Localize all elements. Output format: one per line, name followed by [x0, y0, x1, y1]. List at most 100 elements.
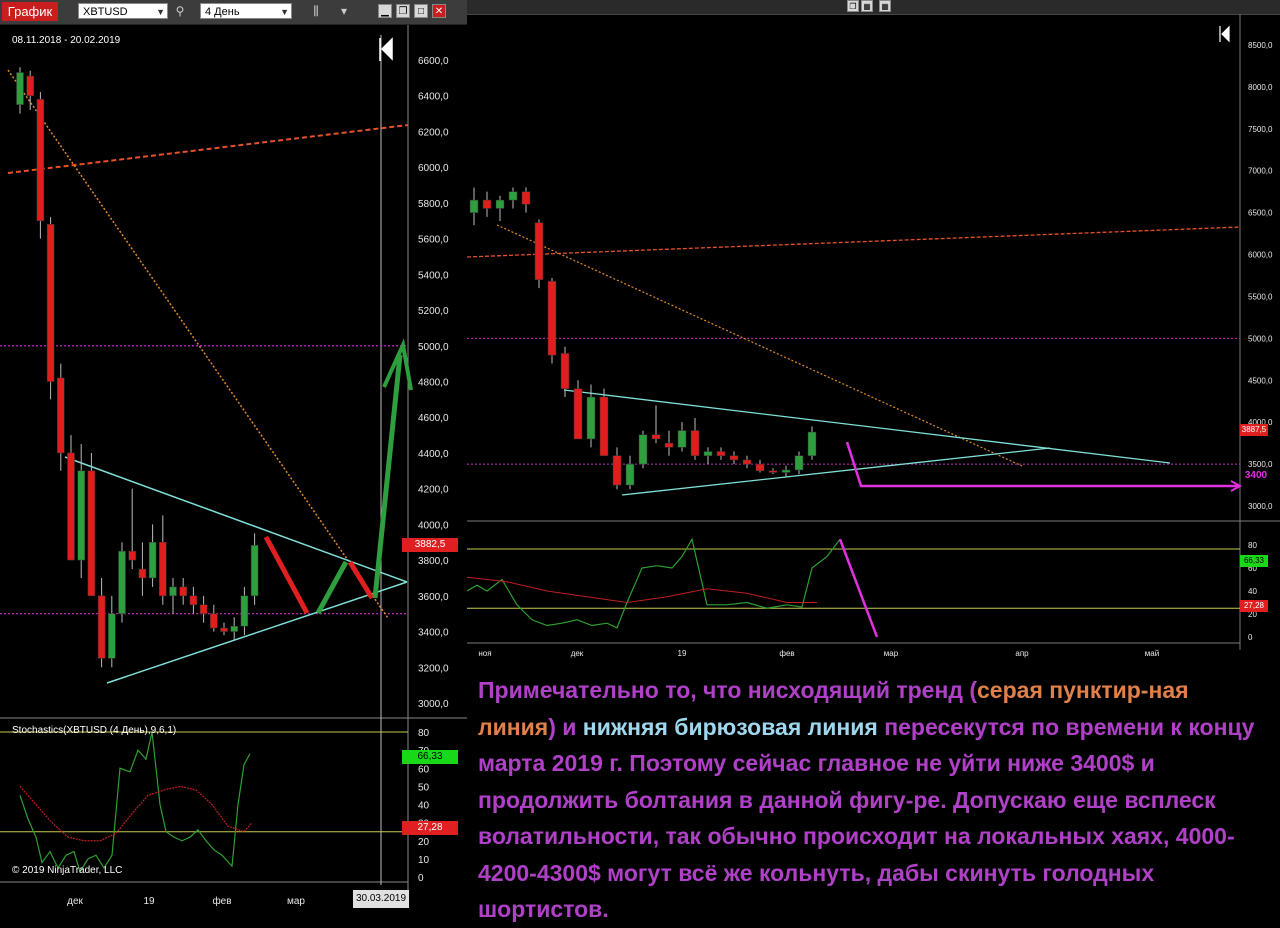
target-level-label: 3400	[1244, 470, 1268, 481]
caption-cyan-highlight: нижняя бирюзовая линия	[582, 713, 878, 740]
caption-part-5: пересекутся по времени к концу марта 201…	[478, 713, 1255, 923]
right-price-axis-label: 7000,0	[1248, 167, 1273, 176]
price-axis-label: 6600,0	[418, 56, 449, 67]
bullish-candle	[16, 72, 24, 105]
left-toolbar: График XBTUSD ▼ ⚲ 4 День ▼ ⫼ ▾ ▁ ❐ □ ✕	[0, 0, 467, 25]
bullish-candle	[230, 625, 238, 632]
right-toolbar: ❐ ▦ ▦	[467, 0, 1280, 15]
price-axis-label: 6400,0	[418, 92, 449, 103]
right-bullish-candle	[508, 191, 518, 201]
right-bearish-candle	[729, 455, 739, 461]
restore-button[interactable]: ❐	[847, 0, 859, 12]
stoch-axis-label: 10	[418, 855, 430, 866]
last-price-tag: 3882,5	[402, 538, 458, 552]
right-last-price-tag: 3887,5	[1240, 424, 1268, 436]
price-axis-label: 3000,0	[418, 699, 449, 710]
price-axis-label: 5800,0	[418, 199, 449, 210]
close-button[interactable]: ✕	[432, 4, 446, 18]
stoch-k-line	[19, 731, 251, 873]
time-axis-label: мар	[287, 896, 305, 907]
projection-up-1	[315, 560, 349, 615]
left-price-chart[interactable]: 6600,0 6400,0 6200,0 6000,0 5800,0 5600,0 5400…	[0, 25, 467, 928]
projection-down-1	[263, 535, 310, 615]
minimize-button[interactable]: ▁	[378, 4, 392, 18]
right-bearish-candle	[560, 353, 570, 389]
right-price-chart[interactable]: 8500,0 8000,0 7500,0 7000,0 6500,0 6000,0 5500…	[467, 14, 1280, 664]
chevron-down-icon: ▼	[280, 7, 289, 17]
right-price-axis-label: 6000,0	[1248, 251, 1273, 260]
bearish-candle	[220, 627, 228, 632]
toolbar-menu-icon[interactable]: ▾	[336, 3, 352, 19]
right-bearish-candle	[482, 199, 492, 209]
stoch-d-line	[19, 785, 253, 842]
caption-part-3: ) и	[548, 713, 583, 740]
right-bearish-candle	[768, 470, 778, 473]
restore-button[interactable]: ❐	[396, 4, 410, 18]
right-stoch-projection	[838, 538, 879, 638]
right-price-axis-label: 5500,0	[1248, 292, 1273, 301]
time-axis-label: дек	[67, 896, 83, 907]
options-button[interactable]: ▦	[879, 0, 891, 12]
right-bearish-candle	[534, 222, 544, 280]
right-resistance-line	[467, 226, 1241, 258]
right-time-axis-label: 19	[678, 649, 687, 658]
bearish-candle	[36, 99, 45, 221]
stoch-d-tag: 27,28	[402, 821, 458, 835]
right-bullish-candle	[638, 434, 648, 465]
price-axis-label: 6200,0	[418, 127, 449, 138]
right-stoch-k-tag: 66,33	[1240, 555, 1268, 567]
symbol-select[interactable]: XBTUSD ▼	[78, 3, 168, 19]
right-bearish-candle	[690, 430, 700, 456]
right-bearish-candle	[547, 281, 557, 356]
right-stoch-d-line	[467, 576, 817, 604]
price-axis-label: 3800,0	[418, 556, 449, 567]
right-bullish-candle	[794, 455, 804, 471]
right-bullish-candle	[495, 199, 505, 209]
right-bearish-candle	[521, 191, 531, 205]
right-time-axis-label: ноя	[478, 649, 491, 658]
price-axis-label: 3400,0	[418, 628, 449, 639]
right-bullish-candle	[677, 430, 687, 448]
right-stoch-axis-label: 40	[1248, 587, 1257, 596]
bullish-candle	[77, 470, 85, 561]
right-bullish-candle	[586, 396, 596, 440]
resistance-line	[7, 124, 409, 174]
indicator-title: Stochastics(XBTUSD (4 День),9,6,1)	[12, 725, 177, 736]
right-price-axis-label: 5000,0	[1248, 334, 1273, 343]
price-axis-label: 3200,0	[418, 663, 449, 674]
interval-select[interactable]: 4 День ▼	[200, 3, 292, 19]
bearish-candle	[179, 586, 187, 597]
price-axis-label: 4200,0	[418, 485, 449, 496]
end-marker-icon	[379, 37, 393, 61]
split-button[interactable]: ▦	[861, 0, 873, 12]
right-stoch-k-line	[467, 537, 841, 629]
time-axis-label: 19	[143, 896, 155, 907]
right-bearish-candle	[573, 388, 583, 440]
stoch-axis-label: 60	[418, 764, 430, 775]
right-triangle-upper	[563, 389, 1171, 464]
bearish-candle	[97, 595, 106, 659]
right-bearish-candle	[599, 396, 609, 456]
bearish-candle	[189, 595, 198, 606]
downtrend-line	[7, 69, 389, 619]
bullish-candle	[169, 586, 177, 597]
right-time-axis-label: май	[1145, 649, 1159, 658]
search-icon[interactable]: ⚲	[172, 3, 188, 19]
right-triangle-lower	[621, 447, 1051, 496]
right-time-axis-label: фев	[779, 649, 794, 658]
bullish-candle	[250, 545, 259, 597]
analysis-caption: Примечательно то, что нисходящий тренд (…	[478, 672, 1268, 928]
right-bullish-candle	[781, 469, 791, 473]
right-bearish-candle	[651, 434, 661, 440]
time-axis-label: фев	[212, 895, 231, 907]
right-price-axis-label: 3500,0	[1248, 460, 1273, 469]
chart-style-icon[interactable]: ⫼	[308, 3, 324, 19]
price-axis-label: 4000,0	[418, 520, 449, 531]
chart-tab-title[interactable]: График	[2, 2, 58, 21]
maximize-button[interactable]: □	[414, 4, 428, 18]
stoch-axis-label: 50	[418, 782, 430, 793]
right-bearish-candle	[755, 463, 765, 472]
right-bearish-candle	[612, 455, 622, 486]
triangle-lower-line	[106, 581, 408, 684]
copyright-text: © 2019 NinjaTrader, LLC	[12, 865, 123, 876]
